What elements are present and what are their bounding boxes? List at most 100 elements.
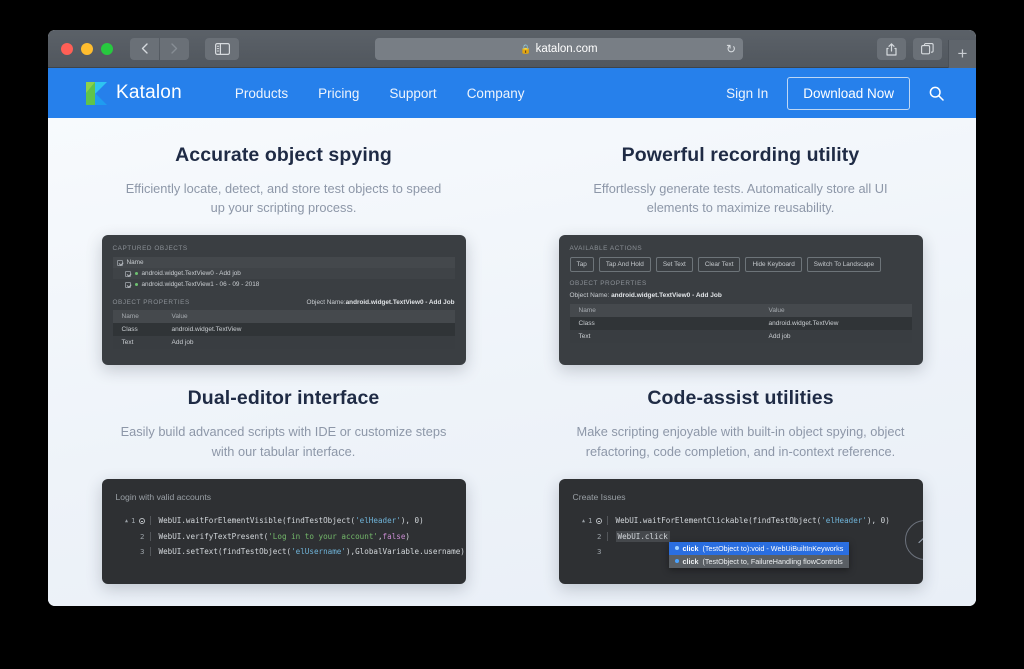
column-header-name: Name — [121, 313, 139, 321]
section-title-object-properties: OBJECT PROPERTIES — [112, 299, 190, 307]
feature-dual-editor: Dual-editor interface Easily build advan… — [86, 387, 481, 584]
collapse-triangle-icon[interactable]: ▲ — [582, 518, 585, 524]
line-number: 3 — [140, 547, 145, 556]
code-text: WebUI.waitForElementClickable(findTestOb… — [606, 516, 890, 525]
method-bullet-icon — [674, 546, 679, 551]
autocomplete-item-signature: (TestObject to, FailureHandling flowCont… — [702, 556, 843, 566]
brand-logo[interactable]: Katalon — [86, 81, 182, 105]
chevron-up-icon — [918, 533, 923, 547]
column-header-value: Value — [171, 313, 188, 321]
breakpoint-icon[interactable] — [138, 517, 145, 524]
window-controls — [61, 42, 113, 55]
column-header-value: Value — [768, 307, 785, 315]
share-icon[interactable] — [877, 38, 906, 60]
tree-row[interactable]: android.widget.TextView0 - Add job — [112, 268, 455, 280]
code-gutter: ▲ 1 — [116, 516, 150, 525]
section-title-available-actions: AVAILABLE ACTIONS — [569, 245, 643, 253]
cell-value: Add job — [768, 333, 791, 341]
feature-title: Powerful recording utility — [621, 144, 860, 166]
line-number: 1 — [588, 516, 593, 525]
status-dot-icon — [134, 272, 138, 276]
collapse-triangle-icon[interactable]: ▲ — [125, 518, 128, 524]
brand-name: Katalon — [116, 82, 182, 103]
code-gutter: ▲ 1 — [573, 516, 607, 525]
show-tabs-icon[interactable] — [913, 38, 942, 60]
object-properties-table: Name Value Class android.widget.TextView… — [112, 310, 455, 350]
object-name-value: Object Name: android.widget.TextView0 - … — [569, 292, 722, 300]
minimize-window-button[interactable] — [81, 42, 93, 55]
back-icon[interactable] — [130, 37, 159, 60]
feature-title: Accurate object spying — [175, 144, 392, 166]
table-header-row: Name Value — [569, 304, 912, 318]
action-button-tap[interactable]: Tap — [569, 257, 594, 273]
code-text: WebUI.verifyTextPresent('Log in to your … — [149, 531, 410, 541]
autocomplete-item[interactable]: click (TestObject to):void - WebUiBuiltIn… — [668, 541, 850, 555]
checkbox-icon[interactable] — [124, 270, 131, 277]
autocomplete-item[interactable]: click (TestObject to, FailureHandling flo… — [668, 554, 850, 568]
table-row[interactable]: Text Add job — [112, 336, 455, 350]
reload-icon[interactable]: ↻ — [726, 43, 736, 55]
table-row[interactable]: Class android.widget.TextView — [569, 317, 912, 331]
browser-titlebar: 🔒 katalon.com ↻ + — [48, 30, 976, 68]
action-button-tap-and-hold[interactable]: Tap And Hold — [598, 257, 651, 273]
feature-title: Dual-editor interface — [187, 387, 380, 410]
sidebar-toggle-icon[interactable] — [205, 37, 239, 60]
nav-item-support[interactable]: Support — [389, 86, 436, 101]
navigation-buttons — [130, 37, 189, 60]
forward-icon[interactable] — [160, 37, 189, 60]
tree-row[interactable]: android.widget.TextView1 - 06 - 09 - 201… — [113, 279, 455, 290]
feature-description: Efficiently locate, detect, and store te… — [125, 181, 442, 216]
search-icon[interactable] — [929, 86, 944, 101]
action-button-switch-to-landscape[interactable]: Switch To Landscape — [806, 257, 882, 273]
navbar-actions: Sign In Download Now — [726, 76, 944, 110]
table-header-row: Name Value — [112, 310, 455, 324]
cell-name: Text — [578, 333, 591, 341]
line-number: 1 — [131, 516, 136, 525]
code-line[interactable]: ▲ 1 WebUI.waitForElementClickable(findTe… — [573, 513, 909, 529]
feature-code-assist: Code-assist utilities Make scripting enj… — [543, 387, 938, 584]
cell-name: Class — [121, 326, 138, 334]
code-assist-panel: Create Issues ▲ 1 WebUI.waitForElementCl… — [558, 478, 923, 584]
browser-window: 🔒 katalon.com ↻ + Katalon Products Prici… — [48, 30, 976, 606]
available-actions-buttons: Tap Tap And Hold Set Text Clear Text Hid… — [569, 257, 912, 273]
download-now-button[interactable]: Download Now — [787, 76, 910, 110]
object-properties-table: Name Value Class android.widget.TextView… — [569, 304, 912, 344]
table-row[interactable]: Text Add job — [569, 330, 912, 344]
code-line[interactable]: 2 WebUI.verifyTextPresent('Log in to you… — [116, 528, 452, 544]
tree-row-label: android.widget.TextView1 - 06 - 09 - 201… — [141, 281, 260, 289]
autocomplete-item-signature: (TestObject to):void - WebUiBuiltInKeywo… — [702, 543, 844, 553]
code-text: WebUI.setText(findTestObject('elUsername… — [149, 547, 465, 556]
feature-title: Code-assist utilities — [647, 387, 834, 410]
checkbox-icon[interactable] — [116, 259, 123, 266]
feature-description: Effortlessly generate tests. Automatical… — [593, 181, 888, 216]
checkbox-icon[interactable] — [124, 281, 131, 288]
site-navbar: Katalon Products Pricing Support Company… — [48, 68, 976, 118]
table-row[interactable]: Class android.widget.TextView — [112, 323, 455, 337]
tree-row-label: android.widget.TextView0 - Add job — [141, 270, 241, 278]
autocomplete-item-name: click — [682, 556, 699, 566]
address-bar[interactable]: 🔒 katalon.com ↻ — [375, 38, 743, 60]
code-line[interactable]: ▲ 1 WebUI.waitForElementVisible(findTest… — [116, 513, 452, 529]
line-number: 2 — [597, 531, 602, 541]
nav-item-pricing[interactable]: Pricing — [318, 86, 359, 101]
action-button-set-text[interactable]: Set Text — [655, 257, 693, 273]
cell-name: Text — [121, 339, 134, 347]
nav-item-company[interactable]: Company — [467, 86, 525, 101]
tree-column-name: Name — [126, 259, 144, 267]
maximize-window-button[interactable] — [101, 42, 113, 55]
code-line[interactable]: 3 WebUI.setText(findTestObject('elUserna… — [116, 544, 465, 560]
plus-icon[interactable]: + — [948, 40, 976, 68]
method-bullet-icon — [674, 559, 679, 564]
action-button-hide-keyboard[interactable]: Hide Keyboard — [745, 257, 802, 273]
action-button-clear-text[interactable]: Clear Text — [697, 257, 741, 273]
code-gutter: 2 — [573, 532, 607, 541]
status-dot-icon — [134, 283, 138, 287]
nav-item-products[interactable]: Products — [235, 86, 288, 101]
code-text: WebUI.click — [606, 530, 670, 542]
line-number: 3 — [597, 547, 602, 556]
breakpoint-icon[interactable] — [595, 517, 602, 524]
close-window-button[interactable] — [61, 42, 73, 55]
section-title-object-properties: OBJECT PROPERTIES — [569, 280, 647, 288]
sign-in-link[interactable]: Sign In — [726, 86, 768, 101]
code-gutter: 3 — [116, 547, 150, 556]
